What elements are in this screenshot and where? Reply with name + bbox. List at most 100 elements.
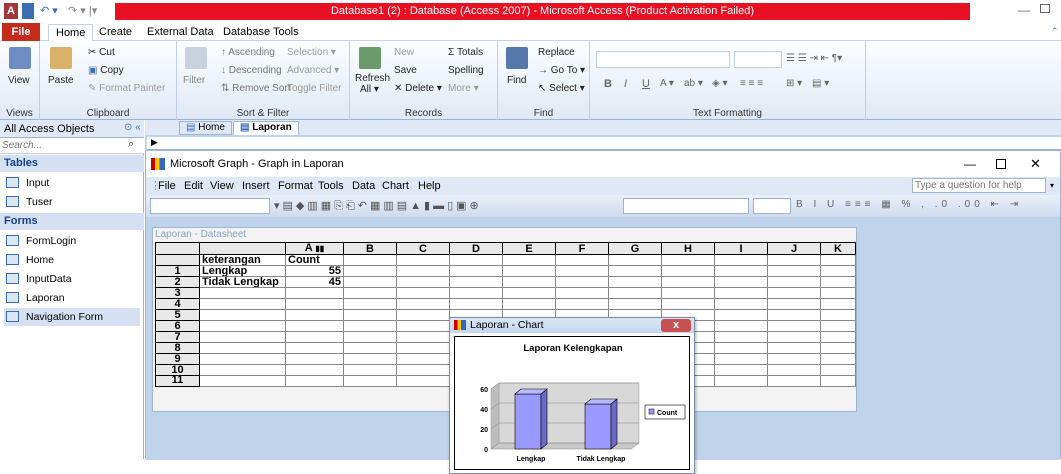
cell[interactable]: 55 — [285, 265, 344, 277]
column-header[interactable]: K — [820, 242, 856, 255]
fill-color-icon[interactable]: ◈ ▾ — [712, 78, 728, 89]
row-header[interactable]: 10 — [155, 364, 200, 376]
nav-item-home[interactable]: Home — [4, 251, 140, 269]
menu-data[interactable]: Data — [352, 177, 375, 195]
row-header[interactable]: 7 — [155, 331, 200, 343]
cell[interactable] — [285, 298, 344, 310]
cell[interactable] — [767, 331, 821, 343]
cell[interactable] — [343, 298, 397, 310]
nav-menu-icon[interactable]: ⊙ « — [124, 122, 141, 133]
row-header[interactable]: 11 — [155, 375, 200, 387]
selection-button[interactable]: Selection ▾ — [287, 47, 336, 58]
column-header[interactable]: F — [555, 242, 609, 255]
doc-tab-home[interactable]: ▤ Home — [179, 121, 232, 135]
redo-icon[interactable]: ↷ ▾ |▾ — [68, 3, 97, 19]
cell[interactable] — [449, 254, 503, 266]
cell[interactable] — [396, 287, 450, 299]
filter-icon[interactable] — [185, 47, 207, 69]
cell[interactable] — [396, 298, 450, 310]
nav-item-inputdata[interactable]: InputData — [4, 270, 140, 288]
cell[interactable] — [449, 276, 503, 288]
cell[interactable] — [714, 353, 768, 365]
row-header[interactable] — [155, 254, 200, 266]
font-size-select[interactable] — [753, 198, 791, 214]
copy-button[interactable]: ▣ Copy — [88, 65, 124, 76]
cell[interactable] — [343, 353, 397, 365]
cell[interactable] — [714, 320, 768, 332]
tab-home[interactable]: Home — [48, 24, 94, 41]
cell[interactable] — [199, 331, 286, 343]
cell[interactable] — [343, 375, 397, 387]
cell[interactable] — [555, 254, 609, 266]
ascending-button[interactable]: ↑ Ascending — [221, 47, 275, 58]
row-header[interactable]: 6 — [155, 320, 200, 332]
cell[interactable]: Lengkap — [199, 265, 286, 277]
cell[interactable] — [767, 287, 821, 299]
cell[interactable] — [555, 298, 609, 310]
spelling-button[interactable]: Spelling — [448, 65, 484, 76]
refresh-icon[interactable] — [359, 47, 381, 69]
cell[interactable] — [767, 353, 821, 365]
menu-chart[interactable]: Chart — [382, 177, 409, 195]
help-search-input[interactable] — [912, 178, 1046, 193]
cell[interactable] — [767, 309, 821, 321]
view-button[interactable]: View — [8, 75, 30, 86]
descending-button[interactable]: ↓ Descending — [221, 65, 282, 76]
column-header[interactable]: D — [449, 242, 503, 255]
cell[interactable] — [396, 375, 450, 387]
cell[interactable]: Tidak Lengkap — [199, 276, 286, 288]
row-header[interactable]: 1 — [155, 265, 200, 277]
column-header[interactable]: J — [767, 242, 821, 255]
cell[interactable] — [608, 298, 662, 310]
cell[interactable] — [661, 265, 715, 277]
delete-record-button[interactable]: ✕ Delete ▾ — [394, 83, 442, 94]
cell[interactable] — [820, 375, 856, 387]
nav-search-input[interactable] — [2, 139, 122, 152]
remove-sort-button[interactable]: ⇅ Remove Sort — [221, 83, 291, 94]
minimize-icon[interactable]: — — [1018, 3, 1030, 17]
cell[interactable] — [767, 265, 821, 277]
chart-objects-select[interactable] — [150, 198, 270, 214]
cell[interactable] — [555, 265, 609, 277]
tables-header[interactable]: Tables — [0, 155, 144, 172]
cell[interactable]: Count — [285, 254, 344, 266]
font-name-select[interactable] — [596, 51, 730, 68]
minimize-icon[interactable]: — — [964, 151, 976, 177]
menu-view[interactable]: View — [210, 177, 234, 195]
cell[interactable] — [661, 254, 715, 266]
cell[interactable] — [555, 287, 609, 299]
cell[interactable] — [767, 298, 821, 310]
menu-tools[interactable]: Tools — [318, 177, 344, 195]
cell[interactable]: 45 — [285, 276, 344, 288]
column-header[interactable]: H — [661, 242, 715, 255]
help-dropdown-icon[interactable]: ▾ — [1050, 177, 1054, 195]
tab-database-tools[interactable]: Database Tools — [216, 24, 306, 41]
cell[interactable] — [396, 331, 450, 343]
cell[interactable] — [820, 353, 856, 365]
format-toolbar-icons[interactable]: B I U ≡≡≡ ▦ % , .0 .00 ⇤ ⇥ — [796, 199, 1022, 210]
filter-button[interactable]: Filter — [183, 75, 205, 86]
corner-cell[interactable] — [155, 242, 200, 255]
cell[interactable] — [396, 320, 450, 332]
cell[interactable] — [396, 276, 450, 288]
cell[interactable] — [502, 287, 556, 299]
cell[interactable] — [767, 320, 821, 332]
cell[interactable] — [820, 342, 856, 354]
cell[interactable] — [555, 276, 609, 288]
cell[interactable] — [502, 276, 556, 288]
menu-edit[interactable]: Edit — [184, 177, 203, 195]
cell[interactable] — [285, 364, 344, 376]
graph-toolbar-icons[interactable]: ▾▤◆▥▦⎘⎗↶▦▥▤▲▮▬▯▣⊕ — [274, 199, 482, 213]
cell[interactable] — [199, 309, 286, 321]
advanced-button[interactable]: Advanced ▾ — [287, 65, 339, 76]
cell[interactable] — [199, 287, 286, 299]
cell[interactable] — [396, 265, 450, 277]
cell[interactable] — [396, 309, 450, 321]
cell[interactable] — [199, 320, 286, 332]
column-header[interactable]: B — [343, 242, 397, 255]
cell[interactable] — [820, 364, 856, 376]
cell[interactable] — [767, 364, 821, 376]
chart-close-button[interactable]: x — [661, 319, 691, 332]
cell[interactable] — [285, 309, 344, 321]
cell[interactable] — [714, 375, 768, 387]
